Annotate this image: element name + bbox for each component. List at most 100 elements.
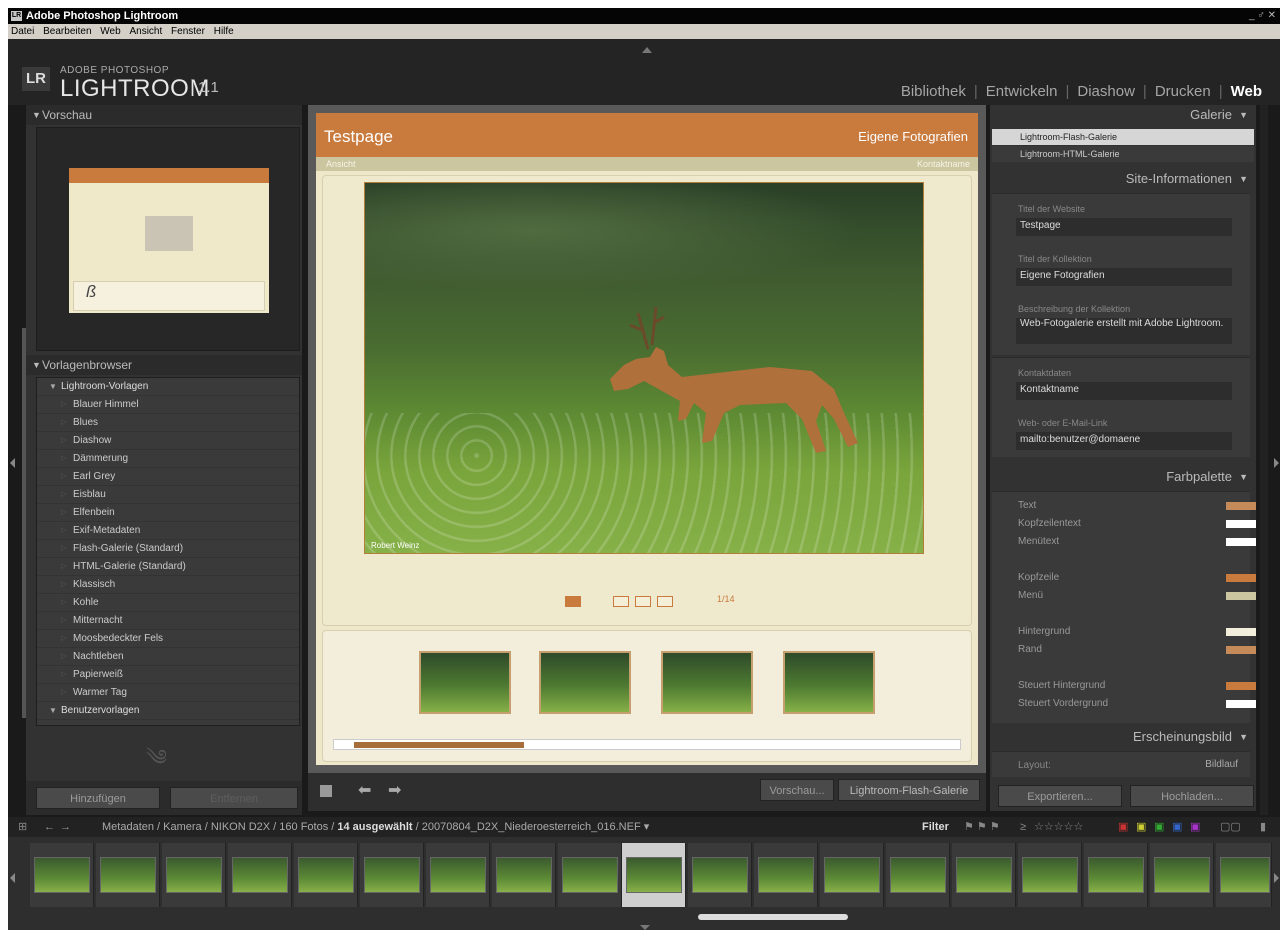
- rating-stars-icon[interactable]: ☆☆☆☆☆: [1034, 817, 1083, 837]
- label-blue-icon[interactable]: ▣: [1172, 817, 1182, 837]
- grid-view-icon[interactable]: ⊞: [18, 817, 27, 837]
- gallery-thumbnail[interactable]: [783, 651, 875, 714]
- menu-web[interactable]: Web: [100, 26, 120, 37]
- menu-fenster[interactable]: Fenster: [171, 26, 205, 37]
- filmstrip-thumbnail[interactable]: [162, 843, 226, 907]
- color-swatch[interactable]: [1226, 682, 1256, 690]
- collapse-right-arrow-icon[interactable]: [1274, 458, 1279, 468]
- flag-filter-icon[interactable]: ⚑ ⚑ ⚑: [964, 817, 1000, 837]
- appearance-header[interactable]: Erscheinungsbild ▼: [986, 727, 1248, 747]
- upload-button[interactable]: Hochladen...: [1130, 785, 1254, 807]
- label-yellow-icon[interactable]: ▣: [1136, 817, 1146, 837]
- forward-arrow-icon[interactable]: →: [60, 817, 71, 837]
- template-item[interactable]: ▷ Exif-Metadaten: [37, 522, 299, 540]
- filmstrip-thumbnail[interactable]: [754, 843, 818, 907]
- filmstrip-thumbnail[interactable]: [96, 843, 160, 907]
- collapse-bottom-arrow-icon[interactable]: [640, 925, 650, 930]
- template-item[interactable]: ▷ Warmer Tag: [37, 684, 299, 702]
- filmstrip-scrollbar[interactable]: [698, 914, 848, 920]
- filmstrip-thumbnail[interactable]: [1150, 843, 1214, 907]
- filmstrip-thumbnail[interactable]: [426, 843, 490, 907]
- filmstrip-thumbnail[interactable]: [1018, 843, 1082, 907]
- collapse-top-arrow-icon[interactable]: [642, 47, 652, 53]
- filmstrip-thumbnail[interactable]: [360, 843, 424, 907]
- color-row[interactable]: Steuert Hintergrund: [1018, 680, 1256, 691]
- color-row[interactable]: Kopfzeile: [1018, 572, 1256, 583]
- menu-hilfe[interactable]: Hilfe: [214, 26, 234, 37]
- right-scroll-track[interactable]: [1260, 105, 1268, 815]
- previous-icon[interactable]: [613, 596, 629, 607]
- color-row[interactable]: Rand: [1018, 644, 1256, 655]
- contact-link[interactable]: Kontaktname: [917, 157, 970, 171]
- preview-in-browser-button[interactable]: Vorschau...: [760, 779, 834, 801]
- module-web[interactable]: Web: [1231, 83, 1262, 100]
- dropdown-arrow-icon[interactable]: ▾: [644, 821, 650, 833]
- gallery-option[interactable]: Lightroom-HTML-Galerie: [992, 146, 1254, 162]
- view-mode-icon[interactable]: [565, 596, 581, 607]
- module-drucken[interactable]: Drucken: [1155, 83, 1211, 100]
- filmstrip-thumbnail[interactable]: [492, 843, 556, 907]
- export-button[interactable]: Exportieren...: [998, 785, 1122, 807]
- scroll-thumb[interactable]: [354, 742, 524, 748]
- contact-name-field[interactable]: Kontaktname: [1016, 382, 1232, 400]
- template-item[interactable]: ▷ Klassisch: [37, 576, 299, 594]
- color-swatch[interactable]: [1226, 520, 1256, 528]
- color-swatch[interactable]: [1226, 538, 1256, 546]
- menu-datei[interactable]: Datei: [11, 26, 34, 37]
- template-item[interactable]: ▷ Nachtleben: [37, 648, 299, 666]
- view-menu[interactable]: Ansicht: [326, 157, 356, 171]
- main-photo[interactable]: Robert Weinz: [364, 182, 924, 554]
- color-swatch[interactable]: [1226, 646, 1256, 654]
- label-red-icon[interactable]: ▣: [1118, 817, 1128, 837]
- palette-header[interactable]: Farbpalette ▼: [986, 467, 1248, 487]
- collapse-left-arrow-icon[interactable]: [10, 458, 15, 468]
- module-entwickeln[interactable]: Entwickeln: [986, 83, 1058, 100]
- menu-bearbeiten[interactable]: Bearbeiten: [43, 26, 91, 37]
- collection-description-field[interactable]: Web-Fotogalerie erstellt mit Adobe Light…: [1016, 318, 1232, 344]
- collapse-left-arrow-icon[interactable]: [10, 873, 15, 883]
- forward-arrow-icon[interactable]: ➡: [388, 780, 401, 800]
- add-template-button[interactable]: Hinzufügen: [36, 787, 160, 809]
- template-item[interactable]: ▷ Kohle: [37, 594, 299, 612]
- color-row[interactable]: Steuert Vordergrund: [1018, 698, 1256, 709]
- filmstrip-thumbnail-selected[interactable]: [622, 843, 686, 907]
- vorlagenbrowser-header[interactable]: ▼ Vorlagenbrowser: [26, 355, 302, 375]
- rating-operator[interactable]: ≥: [1020, 817, 1026, 837]
- layout-select[interactable]: Bildlauf: [1205, 759, 1238, 770]
- remove-template-button[interactable]: Entfernen: [170, 787, 298, 809]
- template-group-lightroom[interactable]: ▼ Lightroom-Vorlagen: [37, 378, 299, 396]
- back-arrow-icon[interactable]: ←: [44, 817, 55, 837]
- filmstrip-path[interactable]: Metadaten / Kamera / NIKON D2X / 160 Fot…: [102, 817, 649, 837]
- label-green-icon[interactable]: ▣: [1154, 817, 1164, 837]
- module-bibliothek[interactable]: Bibliothek: [901, 83, 966, 100]
- color-swatch[interactable]: [1226, 628, 1256, 636]
- menu-ansicht[interactable]: Ansicht: [129, 26, 162, 37]
- module-diashow[interactable]: Diashow: [1077, 83, 1135, 100]
- template-item[interactable]: ▷ Earl Grey: [37, 468, 299, 486]
- template-item[interactable]: ▷ Dämmerung: [37, 450, 299, 468]
- filmstrip-thumbnail[interactable]: [228, 843, 292, 907]
- filmstrip-thumbnail[interactable]: [820, 843, 884, 907]
- template-item[interactable]: ▷ Mitternacht: [37, 612, 299, 630]
- left-panel-scrollbar[interactable]: [22, 328, 26, 718]
- filmstrip-thumbnail[interactable]: [688, 843, 752, 907]
- filmstrip-thumbnail[interactable]: [1084, 843, 1148, 907]
- play-icon[interactable]: [635, 596, 651, 607]
- collection-title-field[interactable]: Eigene Fotografien: [1016, 268, 1232, 286]
- template-item[interactable]: ▷ Flash-Galerie (Standard): [37, 540, 299, 558]
- web-email-link-field[interactable]: mailto:benutzer@domaene: [1016, 432, 1232, 450]
- template-item[interactable]: ▷ Eisblau: [37, 486, 299, 504]
- site-title-field[interactable]: Testpage: [1016, 218, 1232, 236]
- template-item[interactable]: ▷ Diashow: [37, 432, 299, 450]
- color-swatch[interactable]: [1226, 502, 1256, 510]
- color-swatch[interactable]: [1226, 592, 1256, 600]
- galerie-header[interactable]: Galerie ▼: [986, 105, 1248, 125]
- vorschau-header[interactable]: ▼ Vorschau: [26, 105, 302, 125]
- label-purple-icon[interactable]: ▣: [1190, 817, 1200, 837]
- collapse-right-arrow-icon[interactable]: [1274, 873, 1279, 883]
- template-item[interactable]: ▷ Papierweiß: [37, 666, 299, 684]
- copy-filter-icon[interactable]: ▢▢: [1220, 817, 1241, 837]
- template-item[interactable]: ▷ Blues: [37, 414, 299, 432]
- filter-toggle-icon[interactable]: ▮: [1260, 817, 1266, 837]
- window-controls[interactable]: _ ♂ ✕: [1249, 8, 1276, 24]
